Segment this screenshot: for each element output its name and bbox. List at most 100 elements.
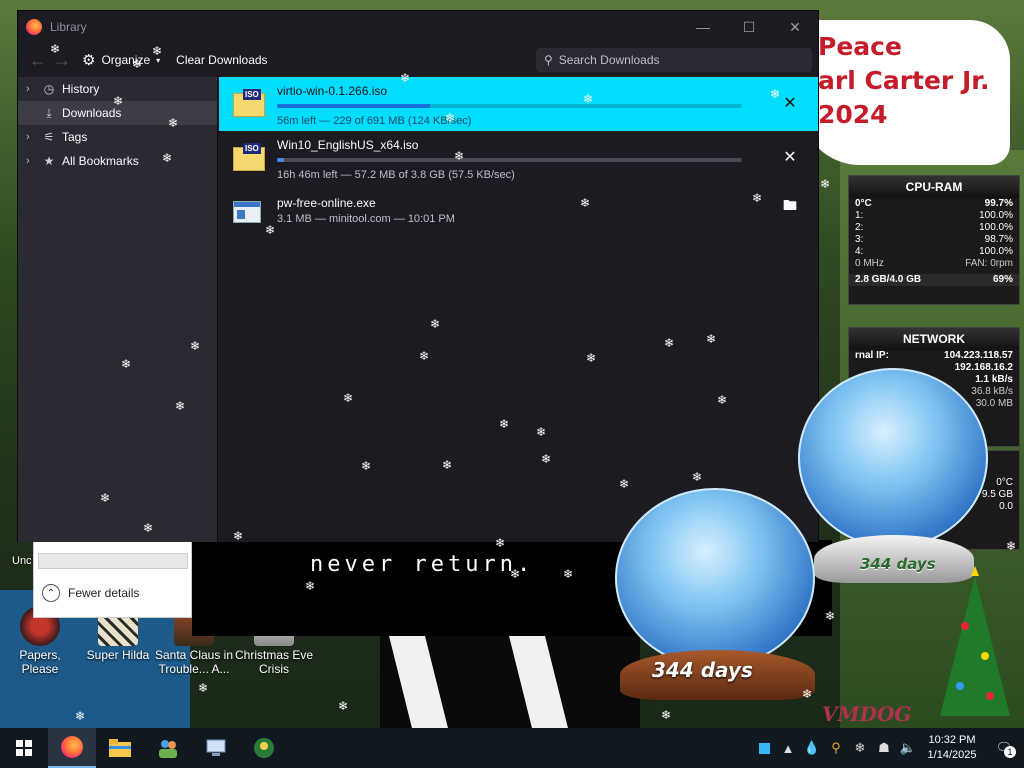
close-button[interactable]: ✕ (772, 11, 818, 43)
app-tray-icon[interactable]: ▲ (776, 728, 800, 768)
days-counter: 344 days (652, 658, 753, 682)
snow-globe-gadget[interactable] (615, 488, 815, 668)
firefox-icon (26, 19, 42, 35)
taskbar-game[interactable] (240, 728, 288, 768)
fewer-details-label: Fewer details (68, 586, 140, 600)
cpu-total: 99.7% (984, 198, 1013, 209)
days-counter: 344 days (860, 555, 936, 573)
int-ip: 192.168.16.2 (954, 362, 1013, 373)
search-placeholder: Search Downloads (558, 53, 660, 67)
sidebar-item-label: Tags (62, 130, 88, 144)
download-item[interactable]: ISO virtio-win-0.1.266.iso 56m left — 22… (219, 77, 818, 131)
clock[interactable]: 10:32 PM 1/14/2025 (920, 733, 984, 763)
taskbar-people[interactable] (144, 728, 192, 768)
gadget-title: CPU-RAM (849, 176, 1019, 198)
search-tray-icon[interactable]: ⚲ (824, 728, 848, 768)
snowflake-icon: ❄ (152, 44, 163, 58)
fewer-details-button[interactable]: ⌃ Fewer details (42, 584, 139, 602)
taskbar-firefox[interactable] (48, 728, 96, 768)
download-name: virtio-win-0.1.266.iso (277, 84, 388, 98)
cancel-download-button[interactable]: ✕ (780, 147, 800, 167)
snowflake-icon: ❄ (198, 681, 209, 695)
download-item[interactable]: pw-free-online.exe 3.1 MB — minitool.com… (219, 185, 818, 239)
core-usage: 100.0% (979, 222, 1013, 233)
snowflake-icon: ❄ (770, 87, 781, 101)
snowflake-tray-icon[interactable]: ❄ (848, 728, 872, 768)
sidebar-item-label: History (62, 82, 100, 96)
core-id: 4: (855, 246, 864, 257)
tag-icon: ⚟ (43, 130, 55, 144)
progress-fill (277, 158, 284, 162)
title-bar[interactable]: Library — ☐ ✕ (18, 11, 818, 43)
taskbar: ▲ 💧 ⚲ ❄ ☗ 🔈 10:32 PM 1/14/2025 🗨 1 (0, 728, 1024, 768)
snowflake-icon: ❄ (541, 452, 552, 466)
chevron-right-icon[interactable]: › (26, 131, 40, 143)
search-icon: ⚲ (544, 53, 553, 67)
notification-button[interactable]: 🗨 1 (984, 728, 1024, 768)
water-drop-icon[interactable]: 💧 (800, 728, 824, 768)
download-speed: 36.8 kB/s (971, 386, 1013, 397)
taskbar-file-explorer[interactable] (96, 728, 144, 768)
download-icon: ⤓ (46, 105, 52, 120)
ram-percent: 69% (992, 274, 1013, 285)
snowflake-icon: ❄ (190, 339, 201, 353)
library-sidebar: › ◷ History ⤓ Downloads › ⚟ Tags › ★ All… (18, 77, 218, 542)
file-explorer-icon (109, 739, 131, 757)
volume-icon[interactable]: 🔈 (896, 728, 920, 768)
cpu-fan: FAN: 0rpm (965, 258, 1013, 269)
gear-icon: ⚙ (82, 52, 96, 69)
minimize-button[interactable]: — (680, 11, 726, 43)
back-arrow-icon[interactable]: ← (26, 50, 50, 71)
downloads-list: ISO virtio-win-0.1.266.iso 56m left — 22… (219, 77, 818, 542)
library-window[interactable]: Library — ☐ ✕ ← → ⚙ Organize ▾ Clear Dow… (17, 10, 819, 542)
snowflake-icon: ❄ (717, 393, 728, 407)
chevron-right-icon[interactable]: › (26, 155, 40, 167)
desktop-icon-label: Papers, Please (19, 648, 61, 676)
task-manager-pane (33, 540, 192, 618)
chevron-right-icon[interactable]: › (26, 83, 40, 95)
maximize-button[interactable]: ☐ (726, 11, 772, 43)
start-button[interactable] (0, 728, 48, 768)
snowflake-icon: ❄ (692, 470, 703, 484)
snowflake-icon: ❄ (75, 709, 86, 723)
ext-ip-label: rnal IP: (855, 350, 889, 361)
snowflake-icon: ❄ (495, 536, 506, 550)
snowflake-icon: ❄ (168, 116, 179, 130)
clock-date: 1/14/2025 (927, 749, 977, 761)
download-status: 3.1 MB — minitool.com — 10:01 PM (277, 213, 455, 225)
clear-downloads-button[interactable]: Clear Downloads (168, 47, 275, 73)
christmas-tree-icon (940, 566, 1010, 716)
sidebar-item-all-bookmarks[interactable]: › ★ All Bookmarks (18, 149, 217, 173)
iso-file-icon: ISO (233, 89, 265, 117)
snowflake-icon: ❄ (400, 71, 411, 85)
download-status: 56m left — 229 of 691 MB (124 KB/sec) (277, 115, 472, 127)
banner-line: arl Carter Jr. (818, 66, 990, 95)
desktop-icon-label-partial: Unc (12, 555, 32, 567)
network-icon[interactable]: ☗ (872, 728, 896, 768)
cpu-ram-gadget[interactable]: CPU-RAM 0°C 99.7% 1: 100.0% 2: 100.0% 3: 98.7%… (848, 175, 1020, 305)
snowflake-icon: ❄ (583, 92, 594, 106)
horizontal-scrollbar[interactable] (38, 553, 188, 569)
taskbar-network-computer[interactable] (192, 728, 240, 768)
snowflake-icon: ❄ (820, 177, 831, 191)
cancel-download-button[interactable]: ✕ (780, 93, 800, 113)
show-in-folder-button[interactable]: 🖿 (780, 197, 800, 217)
cpu-core-row: 1: 100.0% (849, 210, 1019, 222)
cpu-core-row: 2: 100.0% (849, 222, 1019, 234)
snowflake-icon: ❄ (802, 687, 813, 701)
snowflake-icon: ❄ (664, 336, 675, 350)
snowflake-icon: ❄ (499, 417, 510, 431)
gadget-title: NETWORK (849, 328, 1019, 350)
snow-globe-gadget[interactable] (798, 368, 988, 548)
people-icon (159, 740, 177, 758)
search-input[interactable]: ⚲ Search Downloads (536, 48, 812, 72)
snowflake-icon: ❄ (338, 699, 349, 713)
download-item[interactable]: ISO Win10_EnglishUS_x64.iso 16h 46m left… (219, 131, 818, 185)
core-id: 2: (855, 222, 864, 233)
sidebar-item-label: Downloads (62, 106, 122, 120)
sidebar-item-tags[interactable]: › ⚟ Tags (18, 125, 217, 149)
ext-ip: 104.223.118.57 (944, 350, 1013, 361)
widget-icon[interactable] (752, 728, 776, 768)
snowflake-icon: ❄ (132, 57, 143, 71)
clock-time: 10:32 PM (928, 734, 976, 746)
